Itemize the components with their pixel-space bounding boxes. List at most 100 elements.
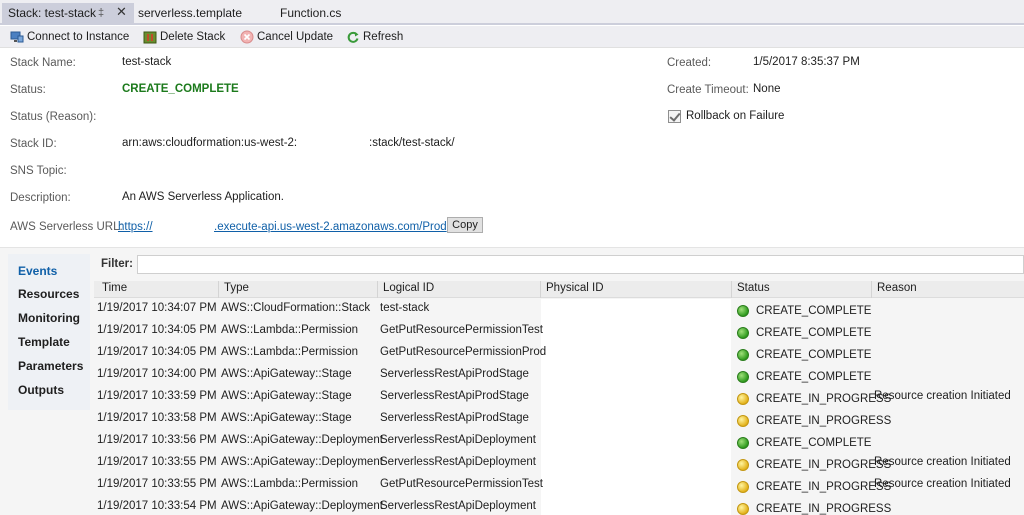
description-label: Description: <box>10 192 71 204</box>
stack-name-label: Stack Name: <box>10 57 76 69</box>
status-complete-icon <box>737 327 749 339</box>
tab-serverless-template[interactable]: serverless.template <box>132 3 248 25</box>
column-header-time[interactable]: Time <box>102 282 127 294</box>
cell-logical-id: ServerlessRestApiDeployment <box>380 500 536 512</box>
status-complete-icon <box>737 371 749 383</box>
status-in-progress-icon <box>737 481 749 493</box>
serverless-url-label: AWS Serverless URL: <box>10 221 123 233</box>
table-row[interactable]: 1/19/2017 10:33:56 PM AWS::ApiGateway::De… <box>94 431 1024 453</box>
table-row[interactable]: 1/19/2017 10:34:05 PM AWS::Lambda::Permis… <box>94 343 1024 365</box>
tab-function-cs[interactable]: Function.cs <box>274 3 347 25</box>
cell-time: 1/19/2017 10:33:56 PM <box>97 434 217 446</box>
column-header-physical-id[interactable]: Physical ID <box>546 282 604 294</box>
stack-properties: Stack Name: test-stack Status: CREATE_CO… <box>0 49 1024 247</box>
cell-logical-id: GetPutResourcePermissionProd <box>380 346 547 358</box>
stack-id-suffix: :stack/test-stack/ <box>369 137 455 149</box>
cell-time: 1/19/2017 10:34:05 PM <box>97 346 217 358</box>
refresh-button[interactable]: Refresh <box>346 29 403 45</box>
nav-outputs[interactable]: Outputs <box>18 383 64 397</box>
column-header-logical-id[interactable]: Logical ID <box>383 282 434 294</box>
close-icon[interactable]: ✕ <box>116 2 127 22</box>
status-value: CREATE_COMPLETE <box>122 83 239 95</box>
cell-logical-id: ServerlessRestApiProdStage <box>380 390 529 402</box>
redacted-stack-guid <box>459 137 669 151</box>
pin-icon[interactable]: ‡ <box>98 3 104 23</box>
cancel-update-button[interactable]: Cancel Update <box>240 29 333 45</box>
tab-label: Stack: test-stack <box>8 6 97 20</box>
stack-id-prefix: arn:aws:cloudformation:us-west-2: <box>122 137 298 149</box>
table-row[interactable]: 1/19/2017 10:33:54 PM AWS::ApiGateway::De… <box>94 497 1024 515</box>
nav-parameters[interactable]: Parameters <box>18 359 83 373</box>
copy-url-button[interactable]: Copy <box>447 217 483 233</box>
column-header-type[interactable]: Type <box>224 282 249 294</box>
table-row[interactable]: 1/19/2017 10:34:07 PM AWS::CloudFormation… <box>94 299 1024 321</box>
cell-logical-id: ServerlessRestApiProdStage <box>380 412 529 424</box>
rollback-checkbox[interactable] <box>668 110 681 123</box>
cell-type: AWS::ApiGateway::Stage <box>221 390 352 402</box>
table-row[interactable]: 1/19/2017 10:33:58 PM AWS::ApiGateway::St… <box>94 409 1024 431</box>
cell-status: CREATE_COMPLETE <box>756 305 872 317</box>
cell-time: 1/19/2017 10:34:07 PM <box>97 302 217 314</box>
cell-time: 1/19/2017 10:33:58 PM <box>97 412 217 424</box>
connect-to-instance-button[interactable]: Connect to Instance <box>10 29 129 45</box>
table-row[interactable]: 1/19/2017 10:33:55 PM AWS::ApiGateway::De… <box>94 453 1024 475</box>
cell-logical-id: ServerlessRestApiDeployment <box>380 456 536 468</box>
cell-time: 1/19/2017 10:33:59 PM <box>97 390 217 402</box>
nav-resources[interactable]: Resources <box>18 287 79 301</box>
column-header-reason[interactable]: Reason <box>877 282 917 294</box>
cell-status: CREATE_COMPLETE <box>756 371 872 383</box>
cell-type: AWS::ApiGateway::Stage <box>221 412 352 424</box>
cell-reason: Resource creation Initiated <box>874 390 1011 402</box>
nav-monitoring[interactable]: Monitoring <box>18 311 80 325</box>
status-in-progress-icon <box>737 503 749 515</box>
stack-id-label: Stack ID: <box>10 138 57 150</box>
status-complete-icon <box>737 305 749 317</box>
table-row[interactable]: 1/19/2017 10:34:05 PM AWS::Lambda::Permis… <box>94 321 1024 343</box>
cell-type: AWS::Lambda::Permission <box>221 324 358 336</box>
delete-stack-button[interactable]: Delete Stack <box>143 29 225 45</box>
column-header-status[interactable]: Status <box>737 282 770 294</box>
stack-name-value: test-stack <box>122 56 172 68</box>
redacted-api-id[interactable] <box>160 221 212 234</box>
monitor-icon <box>10 31 24 43</box>
serverless-url-suffix[interactable]: .execute-api.us-west-2.amazonaws.com/Pro… <box>214 221 447 233</box>
cell-type: AWS::CloudFormation::Stack <box>221 302 371 314</box>
cell-logical-id: test-stack <box>380 302 430 314</box>
status-complete-icon <box>737 437 749 449</box>
status-in-progress-icon <box>737 415 749 427</box>
status-in-progress-icon <box>737 459 749 471</box>
filter-input[interactable] <box>137 255 1024 274</box>
nav-template[interactable]: Template <box>18 335 70 349</box>
cell-time: 1/19/2017 10:34:05 PM <box>97 324 217 336</box>
status-in-progress-icon <box>737 393 749 405</box>
cell-status: CREATE_IN_PROGRESS <box>756 459 892 471</box>
nav-events[interactable]: Events <box>18 264 57 278</box>
filter-label: Filter: <box>101 258 133 270</box>
cell-status: CREATE_COMPLETE <box>756 327 872 339</box>
serverless-url-prefix[interactable]: https:// <box>118 221 153 233</box>
table-row[interactable]: 1/19/2017 10:33:59 PM AWS::ApiGateway::St… <box>94 387 1024 409</box>
stack-side-nav: Events Resources Monitoring Template Par… <box>8 254 90 410</box>
events-panel: Events Resources Monitoring Template Par… <box>0 247 1024 515</box>
rollback-label: Rollback on Failure <box>686 110 785 122</box>
cell-logical-id: GetPutResourcePermissionTest <box>380 478 543 490</box>
cell-logical-id: ServerlessRestApiProdStage <box>380 368 529 380</box>
table-row[interactable]: 1/19/2017 10:34:00 PM AWS::ApiGateway::St… <box>94 365 1024 387</box>
table-row[interactable]: 1/19/2017 10:33:55 PM AWS::Lambda::Permis… <box>94 475 1024 497</box>
cell-time: 1/19/2017 10:33:55 PM <box>97 456 217 468</box>
grid-header: Time Type Logical ID Physical ID Status … <box>94 281 1024 298</box>
connect-label: Connect to Instance <box>27 31 130 43</box>
cell-type: AWS::Lambda::Permission <box>221 478 358 490</box>
tab-stack-test-stack[interactable]: Stack: test-stack ‡ ✕ <box>2 3 134 25</box>
created-label: Created: <box>667 57 712 69</box>
sns-topic-label: SNS Topic: <box>10 165 67 177</box>
cancel-icon <box>240 30 254 44</box>
create-timeout-label: Create Timeout: <box>667 84 749 96</box>
cell-time: 1/19/2017 10:33:54 PM <box>97 500 217 512</box>
cell-reason: Resource creation Initiated <box>874 456 1011 468</box>
document-tab-strip: Stack: test-stack ‡ ✕ serverless.templat… <box>0 0 1024 25</box>
tab-label: Function.cs <box>280 6 342 20</box>
status-reason-label: Status (Reason): <box>10 111 97 123</box>
status-label: Status: <box>10 84 46 96</box>
stack-toolbar: Connect to Instance Delete Stack Cancel … <box>0 26 1024 48</box>
